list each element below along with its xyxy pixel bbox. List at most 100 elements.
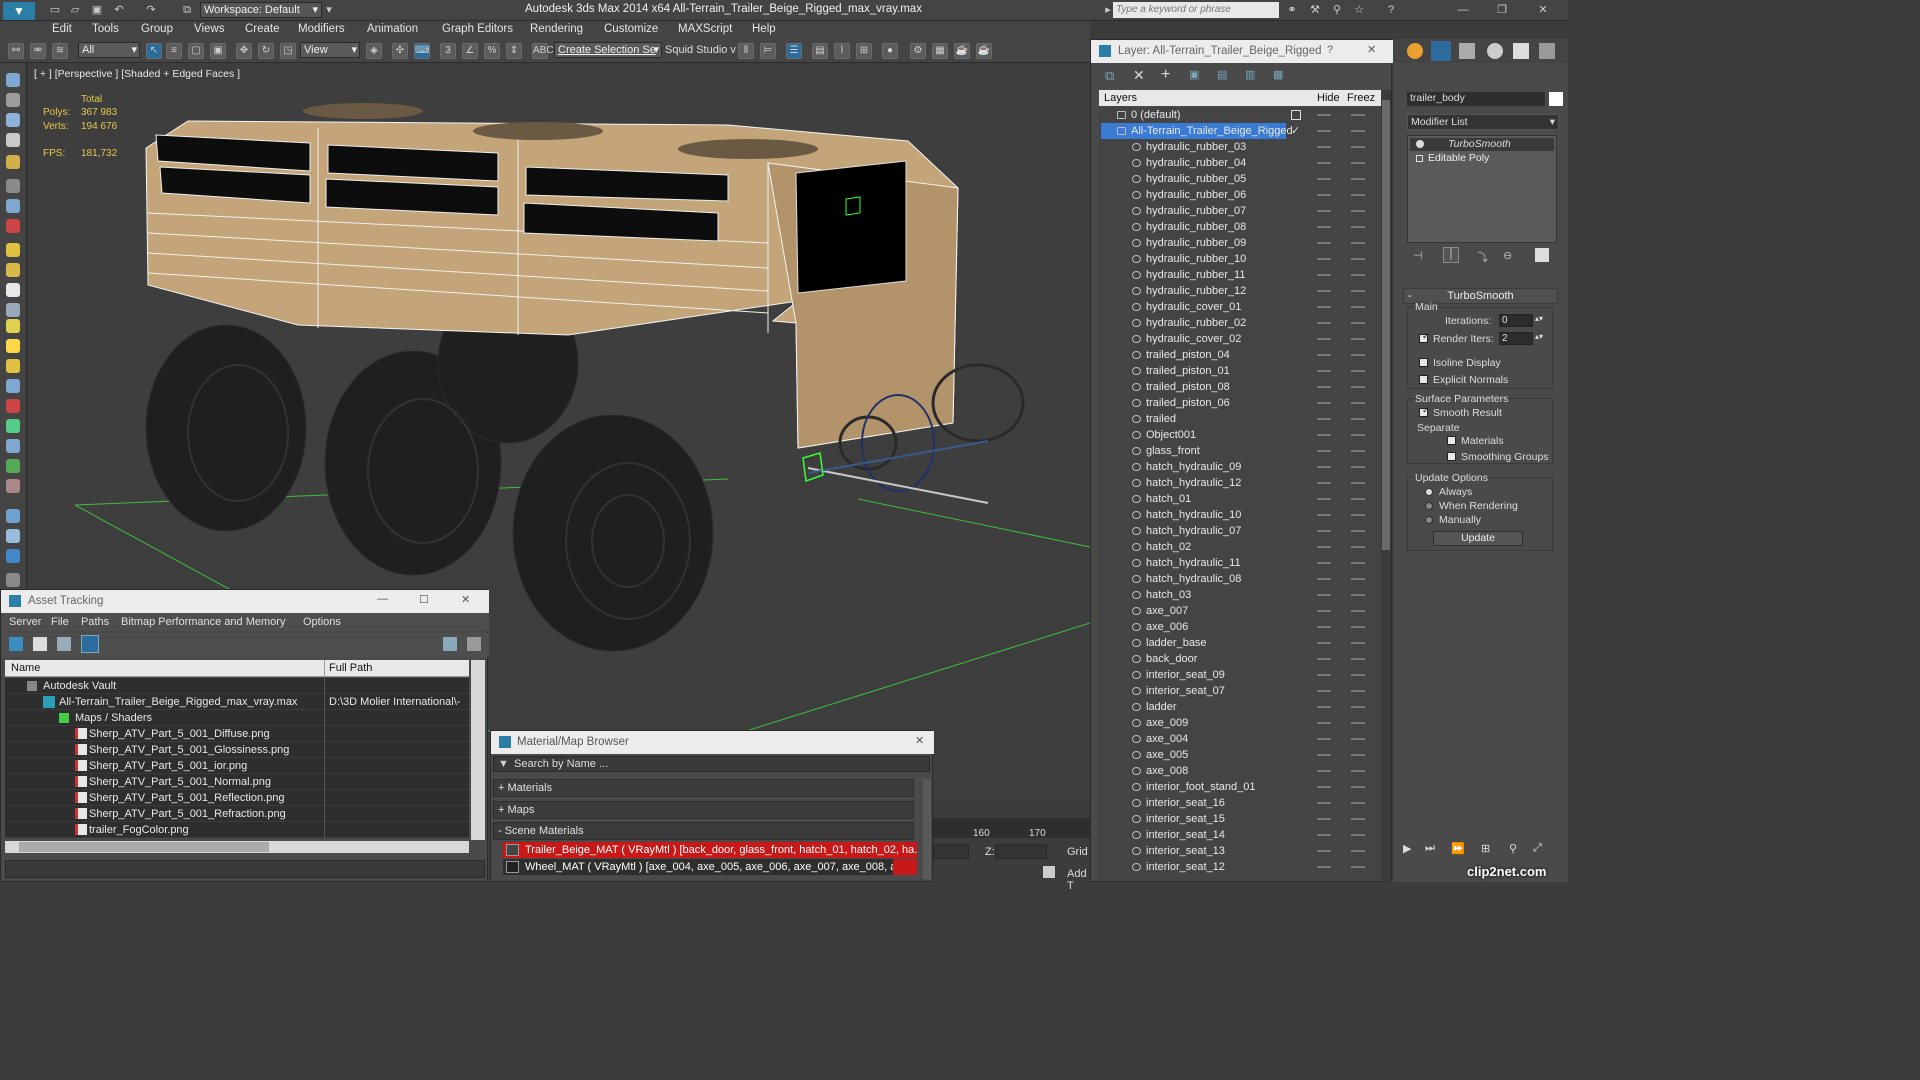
undo-icon[interactable]: ↶ — [112, 3, 126, 17]
pin-stack-icon[interactable]: ⊣ — [1413, 249, 1423, 262]
layer-object-row[interactable]: axe_006 — [1099, 619, 1379, 635]
hide-toggle[interactable] — [1317, 818, 1331, 820]
freeze-toggle[interactable] — [1351, 258, 1365, 260]
layer-object-row[interactable]: interior_seat_09 — [1099, 667, 1379, 683]
tool-icon[interactable] — [6, 93, 20, 107]
tool-icon[interactable] — [6, 73, 20, 87]
material-editor-icon[interactable]: ● — [882, 43, 898, 59]
menu-views[interactable]: Views — [194, 23, 224, 35]
move-icon[interactable]: ✥ — [236, 43, 252, 59]
smoothing-groups-checkbox[interactable] — [1447, 452, 1456, 461]
hide-toggle[interactable] — [1317, 498, 1331, 500]
explicit-normals-checkbox[interactable] — [1419, 375, 1428, 384]
tool-icon[interactable] — [6, 155, 20, 169]
tool-icon[interactable] — [6, 339, 20, 353]
show-end-result-icon[interactable]: ⏐ — [1443, 247, 1459, 263]
key-mode-icon[interactable]: ⊞ — [1481, 842, 1490, 855]
layer-manager-titlebar[interactable]: Layer: All-Terrain_Trailer_Beige_Rigged … — [1091, 40, 1393, 63]
table-view-icon[interactable] — [81, 635, 99, 653]
layer-object-row[interactable]: hatch_hydraulic_08 — [1099, 571, 1379, 587]
hide-toggle[interactable] — [1317, 402, 1331, 404]
col-name[interactable]: Name — [11, 662, 40, 674]
layer-object-row[interactable]: ladder — [1099, 699, 1379, 715]
manually-radio[interactable] — [1425, 516, 1433, 524]
tool-icon[interactable] — [6, 509, 20, 523]
hide-toggle[interactable] — [1317, 722, 1331, 724]
make-unique-icon[interactable]: ⤵ — [1477, 249, 1488, 265]
menu-options[interactable]: Options — [303, 616, 341, 628]
hide-toggle[interactable] — [1317, 354, 1331, 356]
hide-toggle[interactable] — [1317, 546, 1331, 548]
z-coord-field[interactable] — [995, 844, 1047, 859]
app-menu-icon[interactable]: ▼ — [3, 2, 35, 20]
freeze-toggle[interactable] — [1351, 850, 1365, 852]
menu-maxscript[interactable]: MAXScript — [678, 23, 732, 35]
zoom-icon[interactable]: ⚲ — [1509, 842, 1517, 855]
current-layer-checkbox[interactable] — [1291, 110, 1301, 120]
hierarchy-tab-icon[interactable] — [1459, 43, 1475, 59]
hide-toggle[interactable] — [1317, 242, 1331, 244]
hold-icon[interactable]: ⧉ — [180, 3, 194, 17]
hide-all-icon[interactable]: ▥ — [1245, 68, 1259, 82]
freeze-toggle[interactable] — [1351, 194, 1365, 196]
freeze-toggle[interactable] — [1351, 178, 1365, 180]
hide-toggle[interactable] — [1317, 290, 1331, 292]
tool-icon[interactable] — [6, 479, 20, 493]
hide-toggle[interactable] — [1317, 626, 1331, 628]
layer-row-active[interactable]: All-Terrain_Trailer_Beige_Rigged ✓ — [1099, 123, 1379, 139]
tool-icon[interactable] — [6, 303, 20, 317]
tool-icon[interactable] — [6, 573, 20, 587]
freeze-toggle[interactable] — [1351, 162, 1365, 164]
hide-toggle[interactable] — [1317, 754, 1331, 756]
object-color-swatch[interactable] — [1549, 92, 1563, 106]
layer-object-row[interactable]: hydraulic_rubber_08 — [1099, 219, 1379, 235]
tool-icon[interactable] — [6, 283, 20, 297]
rect-selection-icon[interactable]: ▢ — [188, 43, 204, 59]
layer-object-row[interactable]: hatch_01 — [1099, 491, 1379, 507]
mirror-icon[interactable]: ⫴ — [738, 43, 754, 59]
freeze-toggle[interactable] — [1351, 770, 1365, 772]
material-item[interactable]: Trailer_Beige_MAT ( VRayMtl ) [back_door… — [503, 842, 917, 858]
percent-snap-icon[interactable]: % — [484, 43, 500, 59]
tool-icon[interactable] — [6, 243, 20, 257]
freeze-toggle[interactable] — [1351, 834, 1365, 836]
favorites-icon[interactable]: ☆ — [1352, 3, 1366, 17]
hide-toggle[interactable] — [1317, 562, 1331, 564]
layer-object-row[interactable]: hydraulic_rubber_02 — [1099, 315, 1379, 331]
y-coord-field[interactable] — [933, 844, 969, 859]
freeze-toggle[interactable] — [1351, 482, 1365, 484]
layer-object-row[interactable]: back_door — [1099, 651, 1379, 667]
viewport-label[interactable]: [ + ] [Perspective ] [Shaded + Edged Fac… — [34, 68, 240, 80]
menu-file[interactable]: File — [51, 616, 69, 628]
table-row[interactable]: Sherp_ATV_Part_5_001_ior.png — [5, 758, 469, 774]
refresh-icon[interactable] — [9, 637, 23, 651]
freeze-toggle[interactable] — [1351, 242, 1365, 244]
layer-manager-icon[interactable]: ☰ — [786, 43, 802, 59]
freeze-toggle[interactable] — [1351, 690, 1365, 692]
freeze-toggle[interactable] — [1351, 370, 1365, 372]
layer-object-row[interactable]: hydraulic_rubber_03 — [1099, 139, 1379, 155]
configure-sets-icon[interactable] — [1535, 248, 1549, 262]
freeze-toggle[interactable] — [1351, 530, 1365, 532]
select-object-icon[interactable]: ↖ — [146, 43, 162, 59]
table-row[interactable]: All-Terrain_Trailer_Beige_Rigged_max_vra… — [5, 694, 469, 710]
hide-toggle[interactable] — [1317, 594, 1331, 596]
vertical-scrollbar[interactable] — [471, 660, 485, 840]
motion-tab-icon[interactable] — [1487, 43, 1503, 59]
always-radio[interactable] — [1425, 488, 1433, 496]
freeze-toggle[interactable] — [1351, 546, 1365, 548]
table-row[interactable]: Sherp_ATV_Part_5_001_Diffuse.png — [5, 726, 469, 742]
select-objects-icon[interactable]: ▣ — [1189, 68, 1203, 82]
freeze-toggle[interactable] — [1351, 146, 1365, 148]
col-hide[interactable]: Hide — [1317, 92, 1340, 104]
angle-snap-icon[interactable]: ∠ — [462, 43, 478, 59]
layer-object-row[interactable]: trailed — [1099, 411, 1379, 427]
table-row[interactable]: Sherp_ATV_Part_5_001_Reflection.png — [5, 790, 469, 806]
layer-object-row[interactable]: axe_008 — [1099, 763, 1379, 779]
rotate-icon[interactable]: ↻ — [258, 43, 274, 59]
freeze-toggle[interactable] — [1351, 642, 1365, 644]
next-frame-icon[interactable]: ⏭ — [1425, 842, 1435, 855]
stack-item-editable-poly[interactable]: Editable Poly — [1410, 152, 1554, 165]
freeze-toggle[interactable] — [1351, 626, 1365, 628]
freeze-toggle[interactable] — [1351, 274, 1365, 276]
